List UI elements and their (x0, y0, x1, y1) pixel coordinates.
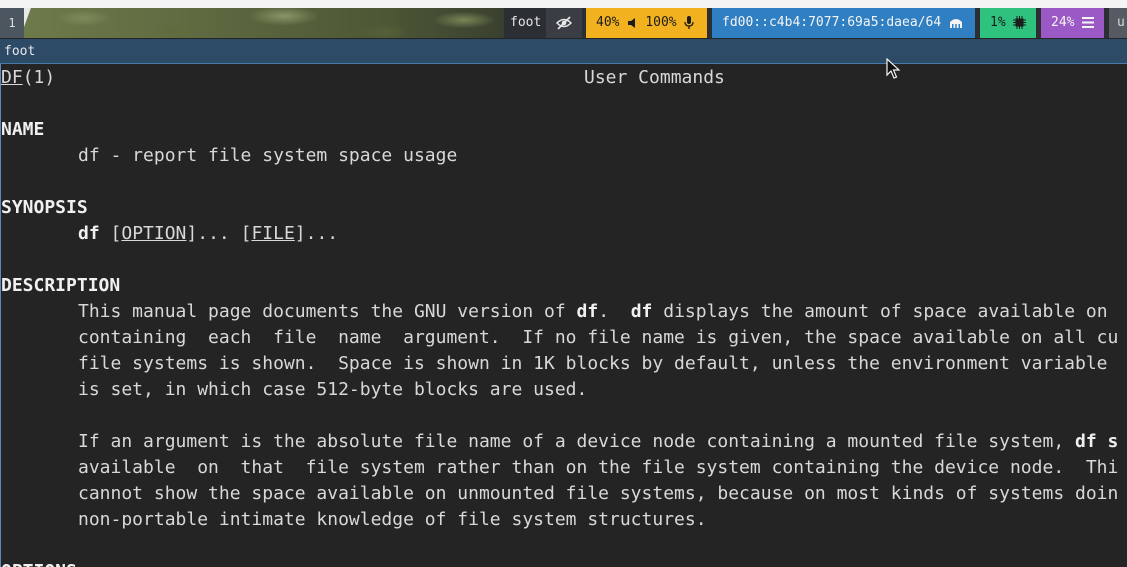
memory-usage: 24% (1051, 15, 1075, 30)
synopsis-option: OPTION (121, 223, 187, 244)
status-bar: 1 foot 40% 100% fd00::c4b4:7077:69a5:dae… (0, 8, 1127, 38)
audio-module[interactable]: 40% 100% (586, 8, 707, 38)
text-segment: displays the amount of space available o… (652, 301, 1108, 322)
description-line: file systems is shown. Space is shown in… (78, 353, 1108, 374)
synopsis-text: df [OPTION]... [FILE]... (78, 221, 338, 247)
window-title-module: foot (504, 8, 546, 38)
ethernet-icon (949, 18, 962, 28)
bar-wallpaper (24, 8, 504, 38)
top-strip (0, 0, 1127, 8)
man-header-title: User Commands (584, 67, 725, 88)
workspace-button[interactable]: 1 (0, 8, 24, 38)
speaker-icon (628, 17, 636, 28)
description-line: available on that file system rather tha… (78, 457, 1119, 478)
man-header-name: DF (1, 67, 23, 88)
name-text: df - report file system space usage (78, 145, 458, 166)
network-address: fd00::c4b4:7077:69a5:daea/64 (722, 15, 942, 30)
text-segment-bold: df (630, 301, 653, 322)
man-header-section: (1) (22, 67, 56, 88)
text-segment: If an argument is the absolute file name… (78, 431, 1075, 452)
mouse-pointer-icon (886, 58, 900, 79)
volume-level: 40% (596, 15, 620, 30)
synopsis-ellipsis: ]... (294, 223, 339, 244)
cpu-chip-icon (1013, 16, 1027, 29)
options-heading: OPTIONS (1, 559, 77, 567)
description-line: If an argument is the absolute file name… (78, 429, 1118, 455)
text-segment: This manual page documents the GNU versi… (78, 301, 577, 322)
description-line: This manual page documents the GNU versi… (78, 299, 1108, 325)
synopsis-heading: SYNOPSIS (1, 197, 88, 218)
idle-inhibitor-module[interactable] (546, 8, 582, 38)
description-heading: DESCRIPTION (1, 275, 121, 296)
man-header: DF(1) (1, 65, 55, 91)
clipped-module[interactable]: u (1109, 8, 1127, 38)
cpu-usage: 1% (990, 15, 1006, 30)
network-module[interactable]: fd00::c4b4:7077:69a5:daea/64 (712, 8, 975, 38)
synopsis-file: FILE (251, 223, 295, 244)
cpu-module[interactable]: 1% (980, 8, 1036, 38)
mic-level: 100% (645, 15, 677, 30)
terminal-view[interactable]: DF(1) User Commands NAME df - report fil… (1, 65, 1127, 567)
description-line: containing each file name argument. If n… (78, 327, 1119, 348)
microphone-icon (684, 16, 695, 29)
window-titlebar[interactable]: foot (0, 39, 1127, 64)
description-line: cannot show the space available on unmou… (78, 483, 1119, 504)
name-heading: NAME (1, 119, 45, 140)
synopsis-command: df (78, 223, 100, 244)
description-line: is set, in which case 512-byte blocks ar… (78, 379, 588, 400)
eye-slash-icon (556, 15, 572, 30)
synopsis-ellipsis: ]... (186, 223, 241, 244)
synopsis-bracket: [ (240, 223, 252, 244)
text-segment-bold: df (576, 301, 599, 322)
description-line: non-portable intimate knowledge of file … (78, 509, 707, 530)
text-segment-bold: df s (1075, 431, 1119, 452)
memory-icon (1082, 17, 1095, 28)
memory-module[interactable]: 24% (1041, 8, 1104, 38)
text-segment: . (598, 301, 631, 322)
synopsis-bracket: [ (110, 223, 122, 244)
